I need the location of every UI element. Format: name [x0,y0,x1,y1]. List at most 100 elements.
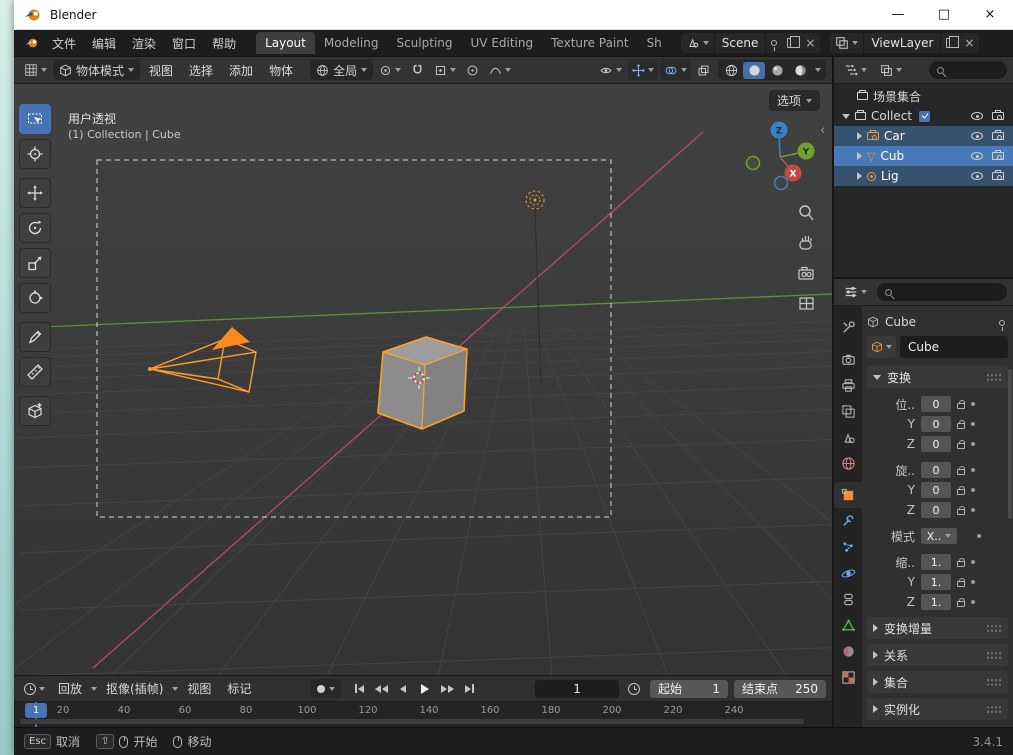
panel-relations[interactable]: 关系 [867,644,1008,666]
record-icon[interactable] [317,684,326,693]
disable-in-render-icon[interactable] [992,130,1004,140]
menu-playback[interactable]: 回放 [51,680,89,697]
prev-keyframe-button[interactable] [371,680,391,698]
scene-browse-button[interactable] [681,36,714,50]
tab-world[interactable] [834,450,862,476]
tab-modifiers[interactable] [834,508,862,534]
rotate-tool[interactable] [19,213,51,243]
play-button[interactable] [415,680,435,698]
tab-object-data[interactable] [834,612,862,638]
drag-handle-icon[interactable] [986,623,1002,633]
disable-in-render-icon[interactable] [992,170,1004,180]
scale-y-field[interactable]: 1. [921,574,951,590]
animate-decorator-icon[interactable] [971,402,975,406]
shading-solid-button[interactable] [743,61,765,79]
workspace-tab-layout[interactable]: Layout [256,32,315,54]
camera-object-row[interactable]: Car [834,126,1013,146]
transform-tool[interactable] [19,283,51,313]
chevron-down-icon[interactable] [329,686,336,691]
animate-decorator-icon[interactable] [971,508,975,512]
animate-decorator-icon[interactable] [971,488,975,492]
animate-decorator-icon[interactable] [971,442,975,446]
menu-window[interactable]: 窗口 [164,35,204,52]
annotate-tool[interactable] [19,322,51,352]
tab-render[interactable] [834,346,862,372]
expand-icon[interactable] [857,152,862,160]
unlink-scene-button[interactable]: × [800,36,820,50]
workspace-tab-texture-paint[interactable]: Texture Paint [542,32,637,54]
frame-end-field[interactable]: 结束点 250 [734,679,827,698]
drag-handle-icon[interactable] [986,650,1002,660]
drag-handle-icon[interactable] [986,677,1002,687]
move-tool[interactable] [19,178,51,208]
rotation-x-field[interactable]: 0 [921,462,951,478]
maximize-button[interactable]: □ [921,0,967,29]
menu-object[interactable]: 物体 [262,62,300,79]
gizmos-toggle[interactable] [628,60,658,80]
menu-render[interactable]: 渲染 [124,35,164,52]
viewport-canvas[interactable]: Z Y X ‹ [14,84,832,675]
pin-id-button[interactable] [999,315,1005,331]
lock-icon[interactable] [957,439,965,449]
menu-help[interactable]: 帮助 [204,35,244,52]
object-id-browse-button[interactable] [867,336,896,358]
scene-collection-row[interactable]: 场景集合 [834,86,1013,106]
snap-settings-dropdown[interactable] [430,60,460,80]
light-object-row[interactable]: Lig [834,166,1013,186]
blender-menu-icon[interactable] [20,36,44,50]
panel-delta-transform[interactable]: 变换增量 [867,617,1008,639]
proportional-falloff-dropdown[interactable] [485,60,515,80]
hide-in-viewport-icon[interactable] [971,112,983,120]
menu-view[interactable]: 视图 [142,62,180,79]
timeline-scrollbar[interactable] [20,719,804,724]
lock-icon[interactable] [957,399,965,409]
menu-view-timeline[interactable]: 视图 [180,680,218,697]
workspace-tab-uv-editing[interactable]: UV Editing [462,32,543,54]
animate-decorator-icon[interactable] [971,600,975,604]
viewport-3d[interactable]: Z Y X ‹ 用户透视 (1) Collection | Cube 选项 [14,84,832,675]
expand-icon[interactable] [857,132,862,140]
lock-icon[interactable] [957,505,965,515]
location-y-field[interactable]: 0 [921,416,951,432]
scale-tool[interactable] [19,248,51,278]
transform-orientation-selector[interactable]: 全局 [310,60,374,80]
scene-name[interactable]: Scene [713,33,767,53]
drag-handle-icon[interactable] [986,704,1002,714]
breadcrumb-object-name[interactable]: Cube [885,315,916,329]
outliner-search-input[interactable] [929,61,1007,79]
jump-to-start-button[interactable] [349,680,369,698]
drag-handle-icon[interactable] [986,372,1002,382]
new-viewlayer-button[interactable] [941,36,960,48]
menu-keying[interactable]: 抠像(插帧) [99,680,170,697]
animate-decorator-icon[interactable] [977,534,981,538]
tab-constraints[interactable] [834,586,862,612]
menu-select[interactable]: 选择 [182,62,220,79]
overlays-toggle[interactable] [660,60,691,80]
disable-in-render-icon[interactable] [992,150,1004,160]
cube-object-row[interactable]: ▽ Cub [834,146,1013,166]
tab-texture[interactable] [834,664,862,690]
animate-decorator-icon[interactable] [971,580,975,584]
hide-in-viewport-icon[interactable] [971,152,983,160]
hide-in-viewport-icon[interactable] [971,132,983,140]
outliner-editor-type-button[interactable] [840,60,871,80]
workspace-tab-sculpting[interactable]: Sculpting [387,32,461,54]
lock-icon[interactable] [957,557,965,567]
transform-panel-header[interactable]: 变换 [867,366,1008,388]
lock-icon[interactable] [957,465,965,475]
minimize-button[interactable]: — [875,0,921,29]
rotation-z-field[interactable]: 0 [921,502,951,518]
shading-dropdown-icon[interactable] [815,68,821,72]
play-reverse-button[interactable] [393,680,413,698]
panel-collections[interactable]: 集合 [867,671,1008,693]
jump-to-end-button[interactable] [459,680,479,698]
tab-particles[interactable] [834,534,862,560]
scene-pin-button[interactable] [766,40,782,51]
snap-toggle[interactable] [407,60,428,80]
rotation-y-field[interactable]: 0 [921,482,951,498]
menu-file[interactable]: 文件 [44,35,84,52]
properties-scrollbar[interactable] [1008,369,1012,519]
expand-icon[interactable] [857,172,862,180]
measure-tool[interactable] [19,357,51,387]
menu-edit[interactable]: 编辑 [84,35,124,52]
